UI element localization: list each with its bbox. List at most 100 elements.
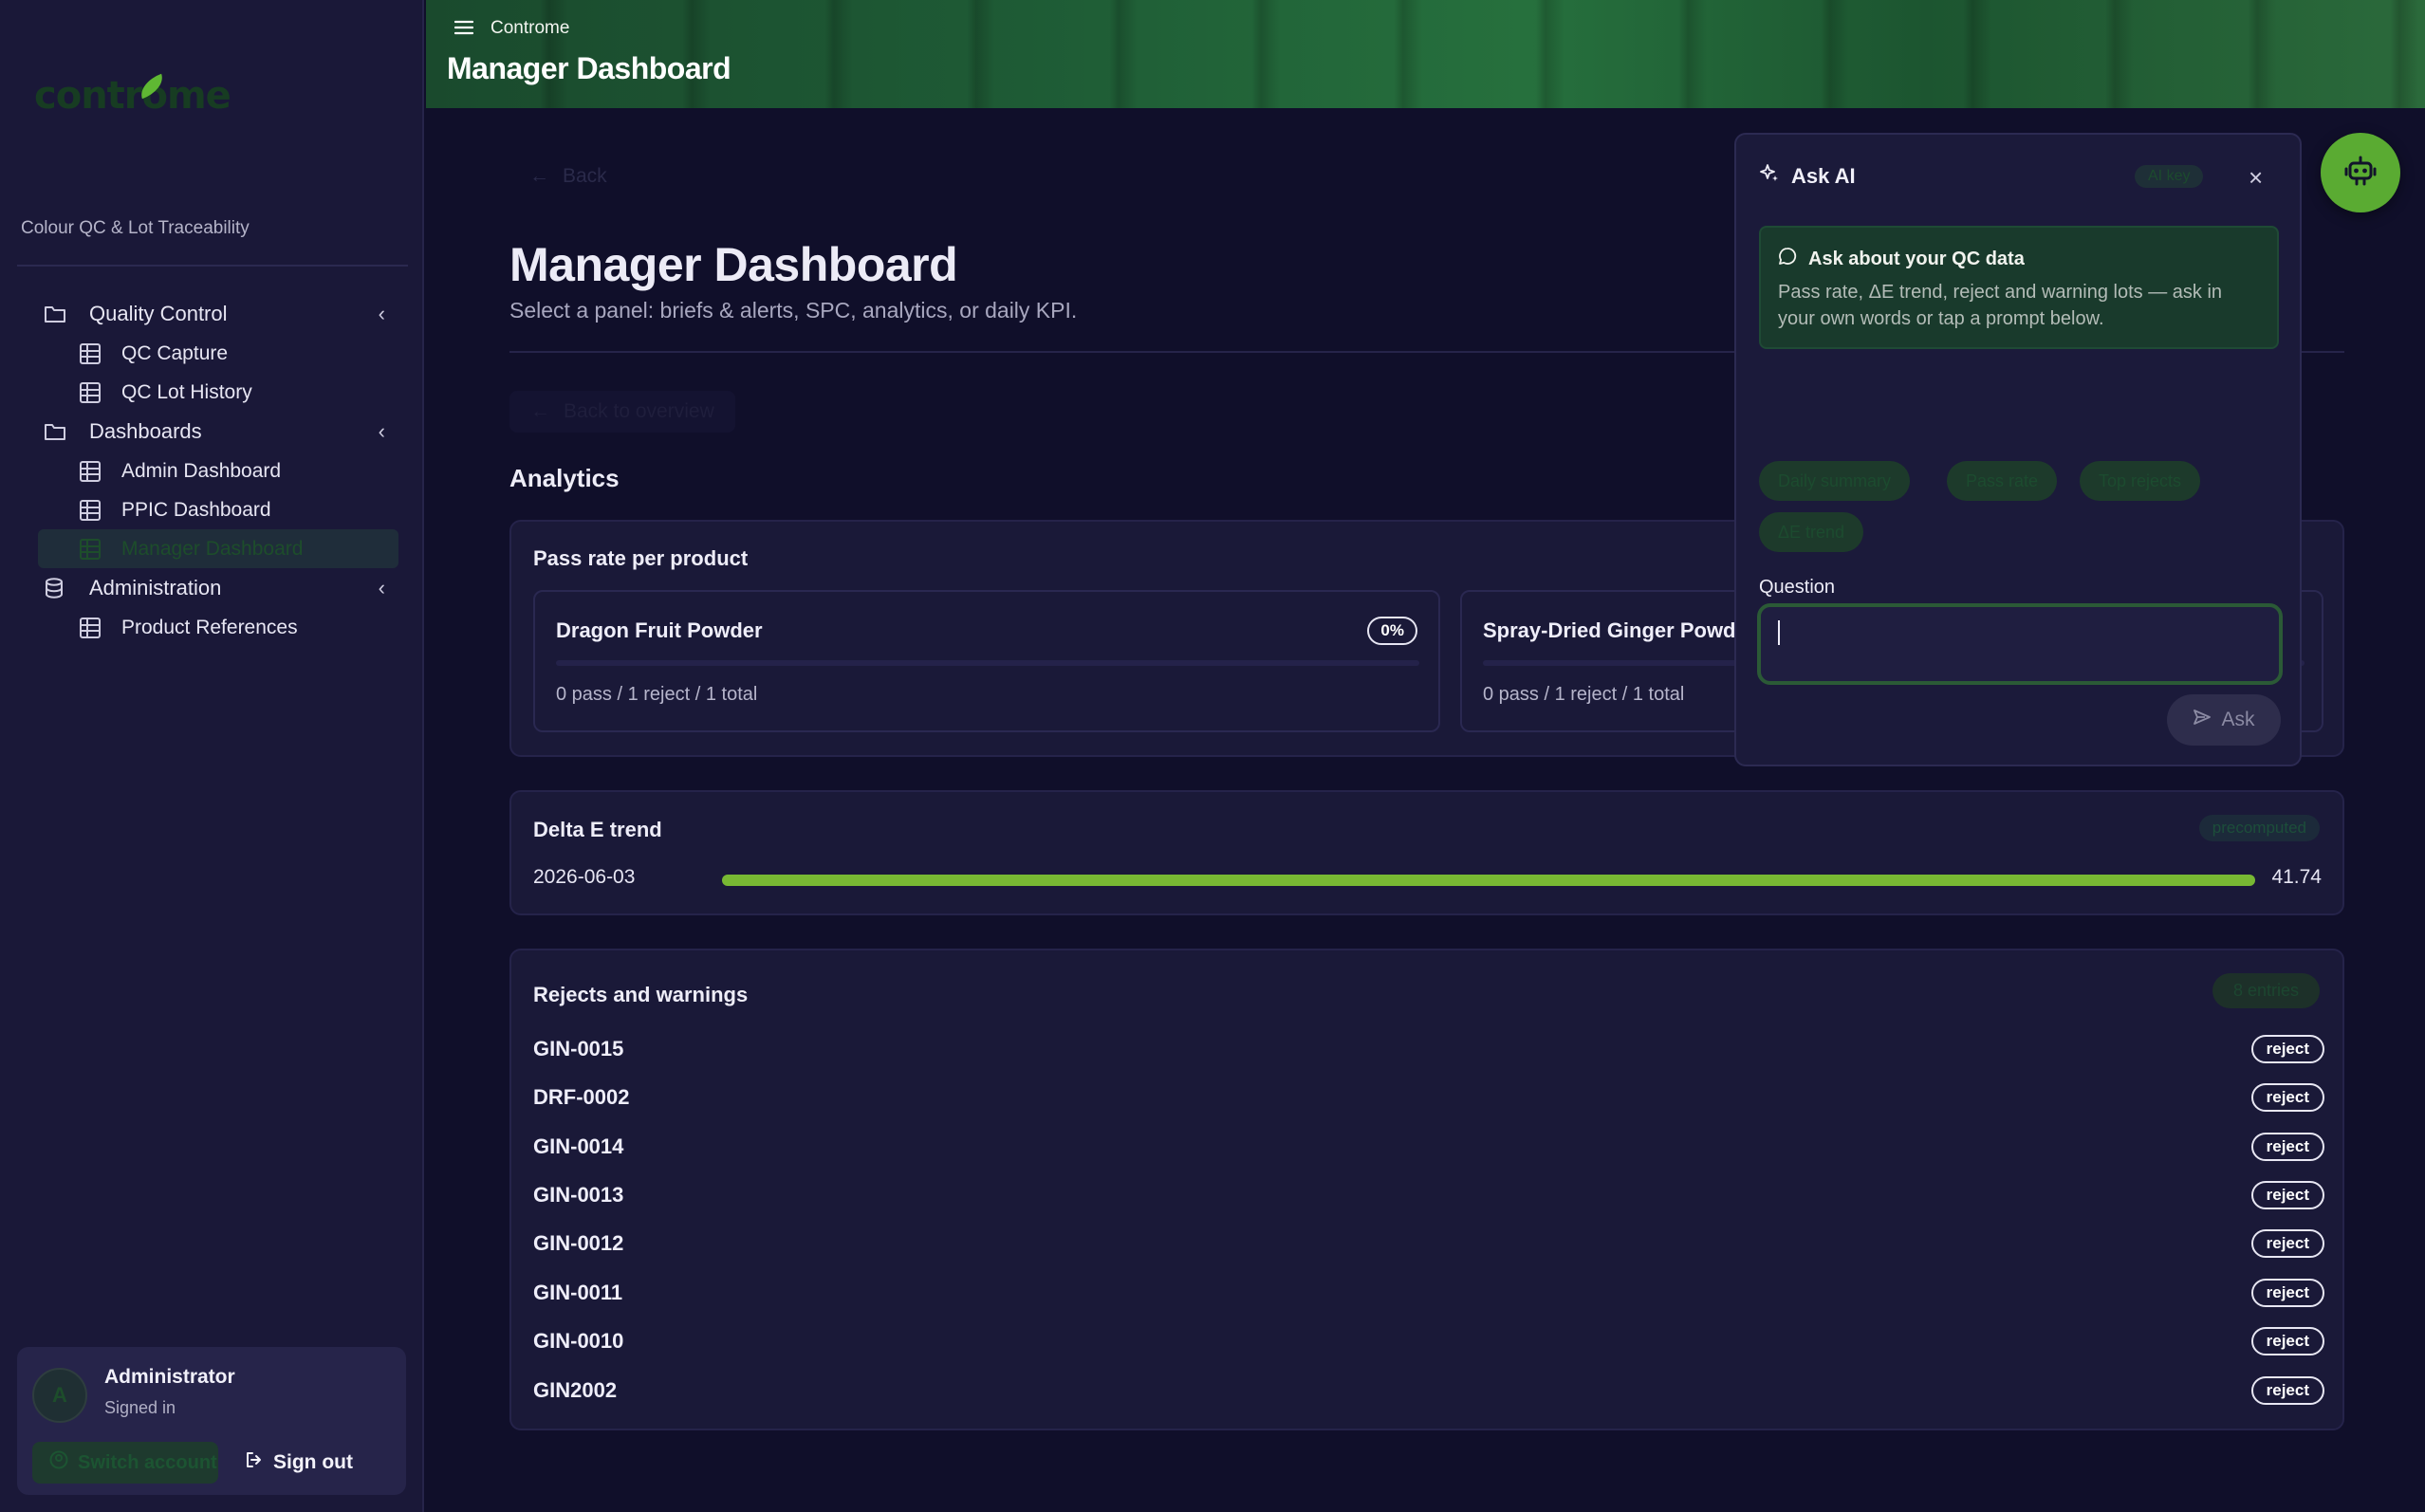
product-name: Spray-Dried Ginger Powder xyxy=(1483,618,1756,642)
ask-button[interactable]: Ask xyxy=(2167,694,2281,746)
prompt-chip[interactable]: ΔE trend xyxy=(1759,512,1864,552)
menu-icon[interactable] xyxy=(454,19,474,41)
lot-id: GIN2002 xyxy=(533,1378,618,1402)
arrow-left-icon: ← xyxy=(529,165,549,187)
send-icon xyxy=(2193,708,2212,732)
ai-key-badge: AI key xyxy=(2135,165,2204,188)
text-caret xyxy=(1778,620,1780,645)
logo: controme xyxy=(34,74,231,118)
back-to-overview-label: Back to overview xyxy=(564,400,714,422)
robot-icon xyxy=(2342,152,2379,194)
pass-rate-bar xyxy=(556,660,1419,666)
table-row[interactable]: GIN2002 reject xyxy=(533,1372,2324,1410)
table-row[interactable]: GIN-0011 reject xyxy=(533,1274,2324,1312)
status-badge: reject xyxy=(2250,1133,2324,1161)
folder-icon xyxy=(44,304,68,324)
page-title: Manager Dashboard xyxy=(509,238,958,291)
nav-group-dashboards[interactable]: Dashboards ‹ xyxy=(38,412,398,452)
lot-id: GIN-0015 xyxy=(533,1037,624,1060)
sidebar-nav: Quality Control ‹ QC Capture QC Lot Hist… xyxy=(38,294,398,647)
header-brand[interactable]: Controme xyxy=(491,18,569,39)
ai-assistant-button[interactable] xyxy=(2321,133,2400,212)
database-icon xyxy=(44,578,68,599)
user-status: Signed in xyxy=(104,1398,176,1417)
status-badge: reject xyxy=(2250,1035,2324,1063)
lot-id: GIN-0013 xyxy=(533,1183,624,1207)
status-badge: reject xyxy=(2250,1327,2324,1355)
prompt-chip[interactable]: Pass rate xyxy=(1947,461,2058,501)
user-box: A Administrator Signed in Switch account… xyxy=(17,1347,406,1495)
product-stats: 0 pass / 1 reject / 1 total xyxy=(1483,684,1685,705)
chat-bubble-icon xyxy=(1778,247,1797,271)
ask-ai-info: Ask about your QC data Pass rate, ΔE tre… xyxy=(1759,226,2279,349)
table-row[interactable]: GIN-0010 reject xyxy=(533,1322,2324,1360)
sidebar-item-admin-dashboard[interactable]: Admin Dashboard xyxy=(38,452,398,490)
nav-group-label: Administration xyxy=(89,576,222,599)
trend-date: 2026-06-03 xyxy=(533,866,636,888)
nav-group-label: Quality Control xyxy=(89,302,228,325)
product-card[interactable]: Dragon Fruit Powder 0% 0 pass / 1 reject… xyxy=(533,590,1440,732)
info-title-text: Ask about your QC data xyxy=(1808,248,2025,269)
table-icon xyxy=(80,460,101,482)
lot-id: GIN-0012 xyxy=(533,1231,624,1255)
table-row[interactable]: GIN-0015 reject xyxy=(533,1030,2324,1068)
sidebar-item-manager-dashboard[interactable]: Manager Dashboard xyxy=(38,529,398,568)
table-row[interactable]: DRF-0002 reject xyxy=(533,1079,2324,1116)
sign-out-label: Sign out xyxy=(273,1451,353,1473)
sidebar-item-qc-capture[interactable]: QC Capture xyxy=(38,334,398,373)
lot-id: GIN-0011 xyxy=(533,1281,623,1304)
trend-bar xyxy=(722,875,2255,886)
status-badge: reject xyxy=(2250,1279,2324,1307)
pass-rate-badge: 0% xyxy=(1367,617,1417,645)
question-label: Question xyxy=(1759,577,1836,598)
sidebar-item-label: Product References xyxy=(121,616,298,638)
ask-ai-header: Ask AI xyxy=(1759,163,1856,190)
prompt-chip[interactable]: Daily summary xyxy=(1759,461,1911,501)
back-to-overview-button[interactable]: ← Back to overview xyxy=(509,391,735,433)
table-row[interactable]: GIN-0014 reject xyxy=(533,1128,2324,1166)
avatar: A xyxy=(32,1368,87,1423)
user-name: Administrator xyxy=(104,1366,235,1388)
folder-icon xyxy=(44,421,68,442)
back-label: Back xyxy=(563,165,607,187)
table-icon xyxy=(80,499,101,521)
sidebar-item-label: Admin Dashboard xyxy=(121,459,282,482)
arrow-left-icon: ← xyxy=(530,400,550,422)
sign-out-icon xyxy=(245,1450,264,1475)
sign-out-button[interactable]: Sign out xyxy=(245,1442,353,1484)
table-row[interactable]: GIN-0013 reject xyxy=(533,1176,2324,1214)
sidebar-item-product-references[interactable]: Product References xyxy=(38,608,398,647)
prompt-chip[interactable]: Top rejects xyxy=(2080,461,2201,501)
chevron-left-icon: ‹ xyxy=(378,576,385,599)
sidebar-item-label: PPIC Dashboard xyxy=(121,498,271,521)
delta-e-card: Delta E trend precomputed 2026-06-03 41.… xyxy=(509,790,2344,915)
user-circle-icon xyxy=(49,1450,68,1475)
sidebar-item-ppic-dashboard[interactable]: PPIC Dashboard xyxy=(38,490,398,529)
nav-group-quality-control[interactable]: Quality Control ‹ xyxy=(38,294,398,334)
back-link[interactable]: ← Back xyxy=(529,165,607,188)
trend-value: 41.74 xyxy=(2271,866,2322,888)
lot-id: GIN-0014 xyxy=(533,1134,624,1158)
switch-account-button[interactable]: Switch account xyxy=(32,1442,218,1484)
close-icon[interactable]: × xyxy=(2249,163,2263,193)
sparkles-icon xyxy=(1759,163,1780,190)
nav-group-label: Dashboards xyxy=(89,419,202,443)
card-title: Delta E trend xyxy=(533,818,662,841)
sidebar-item-label: QC Lot History xyxy=(121,380,252,403)
sidebar-item-qc-lot-history[interactable]: QC Lot History xyxy=(38,373,398,412)
sidebar: controme Colour QC & Lot Traceability Qu… xyxy=(0,0,424,1512)
info-title: Ask about your QC data xyxy=(1778,247,2025,271)
table-icon xyxy=(80,617,101,638)
info-text: Pass rate, ΔE trend, reject and warning … xyxy=(1778,282,2223,329)
lot-id: DRF-0002 xyxy=(533,1085,630,1109)
card-title: Pass rate per product xyxy=(533,546,749,570)
section-title: Analytics xyxy=(509,464,620,492)
status-badge: reject xyxy=(2250,1376,2324,1405)
sidebar-item-label: Manager Dashboard xyxy=(121,537,304,560)
question-input[interactable] xyxy=(1757,603,2283,685)
nav-group-administration[interactable]: Administration ‹ xyxy=(38,568,398,608)
switch-account-label: Switch account xyxy=(78,1451,217,1473)
table-row[interactable]: GIN-0012 reject xyxy=(533,1225,2324,1263)
rejects-card: Rejects and warnings 8 entries GIN-0015 … xyxy=(509,949,2344,1430)
card-title: Rejects and warnings xyxy=(533,983,749,1006)
